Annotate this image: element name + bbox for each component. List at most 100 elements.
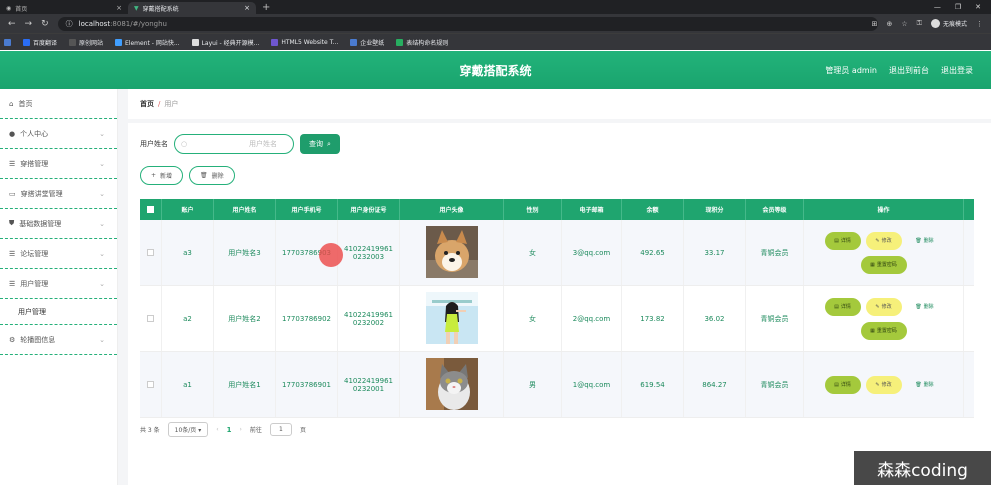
settings-icon: ⚙ [9,335,16,344]
column-header: 现积分 [684,199,746,220]
gender-cell: 女 [504,220,562,285]
row-select-cell[interactable] [140,286,162,351]
delete-button[interactable]: 🗑 删除 [907,376,943,394]
bookmark-item[interactable]: Element - 网站快... [115,38,180,47]
row-checkbox[interactable] [147,381,154,388]
sidebar-subitem-user-management[interactable]: 用户管理 [0,299,117,325]
edit-button[interactable]: ✎ 修改 [865,231,902,250]
restore-icon[interactable]: ❐ [955,3,961,11]
action-label: 详情 [840,382,851,388]
back-to-front-link[interactable]: 退出到前台 [889,65,929,76]
action-label: 详情 [840,304,851,310]
breadcrumb-home[interactable]: 首页 [140,99,154,109]
select-all-cell[interactable] [140,199,162,220]
delete-button[interactable]: 🗑 删除 [907,298,943,316]
bookmark-icon [191,38,199,46]
trash-icon: 🗑 [200,172,208,179]
sidebar-item[interactable]: ● 个人中心 ⌄ [0,119,117,149]
home-icon: ⌂ [9,99,14,108]
bookmark-label: 企业壁纸 [360,39,385,47]
bookmark-item[interactable]: Layui - 经典开源模... [191,38,260,47]
sidebar-item[interactable]: ⛊ 基础数据管理 ⌄ [0,209,117,239]
sidebar-item-label: 穿搭管理 [20,159,49,168]
points-cell: 864.27 [684,352,746,417]
guest-profile[interactable]: 无痕模式 [930,19,967,28]
close-tab-icon[interactable]: × [244,4,250,12]
close-window-icon[interactable]: ✕ [975,3,981,11]
id-number-line2: 0232003 [352,252,385,261]
detail-button[interactable]: ▤ 详情 [824,297,861,316]
goto-page-input[interactable]: 1 [269,423,292,436]
apps-icon[interactable] [4,38,11,46]
reload-icon[interactable]: ↻ [41,19,49,29]
sidebar-item[interactable]: ⌂ 首页 [0,89,117,119]
bookmark-item[interactable]: HTML5 Website T... [271,38,338,46]
reset-password-button[interactable]: ▦ 重置密码 [860,321,907,340]
chevron-down-icon: ⌄ [99,335,105,344]
row-checkbox[interactable] [147,249,154,256]
chevron-down-icon: ⌄ [99,159,105,168]
actions-row: ▤ 详情 ✎ 修改 🗑 删除 [824,375,943,394]
bookmark-item[interactable]: 表结构命名规则 [396,38,448,47]
bookmark-item[interactable]: 原创网站 [69,38,103,47]
delete-button[interactable]: 🗑 删除 [907,232,943,250]
reset-password-button[interactable]: ▦ 重置密码 [860,255,907,274]
vue-icon: ▼ [134,4,139,12]
edit-button[interactable]: ✎ 修改 [865,375,902,394]
zoom-icon[interactable]: ⊕ [887,20,893,28]
prev-page-icon[interactable]: ‹ [216,426,218,433]
sidebar-item[interactable]: ☰ 论坛管理 ⌄ [0,239,117,269]
row-checkbox[interactable] [147,315,154,322]
name-cell: 用户姓名2 [214,286,276,351]
name-cell: 用户姓名1 [214,352,276,417]
sidebar-item[interactable]: ⚙ 轮播图信息 ⌄ [0,325,117,355]
browser-tab-active[interactable]: ▼ 穿戴搭配系统 × [128,2,256,14]
page-size-select[interactable]: 10条/页 ▾ [167,422,209,437]
bookmark-label: 原创网站 [79,39,104,47]
edit-button[interactable]: ✎ 修改 [865,297,902,316]
bookmark-item[interactable]: 百度翻译 [23,38,57,47]
bookmark-item[interactable]: 企业壁纸 [350,38,384,47]
breadcrumb-current: 用户 [164,100,179,108]
detail-button[interactable]: ▤ 详情 [824,231,861,250]
search-bar: 用户姓名 ○ 用户姓名 查询 ⌕ [140,134,340,154]
menu-icon[interactable]: ⋮ [976,20,983,28]
logout-link[interactable]: 退出登录 [941,65,973,76]
new-tab-icon[interactable]: + [262,2,270,13]
detail-button[interactable]: ▤ 详情 [824,375,861,394]
sidebar-item[interactable]: ☰ 用户管理 ⌄ [0,269,117,299]
row-select-cell[interactable] [140,220,162,285]
star-icon[interactable]: ☆ [901,20,907,28]
sidebar-item[interactable]: ☰ 穿搭管理 ⌄ [0,149,117,179]
id-number-cell: 41022419961 0232001 [338,352,400,417]
action-label: 删除 [923,382,934,388]
bookmark-label: Layui - 经典开源模... [201,39,260,47]
select-all-checkbox[interactable] [147,206,154,213]
forward-icon[interactable]: → [25,19,33,29]
sidebar-item-label: 基础数据管理 [19,219,62,228]
current-page[interactable]: 1 [227,426,232,434]
batch-delete-button[interactable]: 🗑 删除 [189,166,235,185]
action-label: 详情 [840,238,851,244]
browser-tab-bar: ◉ 首页 × ▼ 穿戴搭配系统 × + — ❐ ✕ [0,0,991,14]
back-icon[interactable]: ← [8,19,16,29]
column-header: 账户 [162,199,214,220]
next-page-icon[interactable]: › [240,426,242,433]
pager-total: 共 3 条 [140,427,160,434]
name-search-input[interactable]: ○ 用户姓名 [174,134,294,154]
minimize-icon[interactable]: — [934,3,941,11]
table-row: a2 用户姓名2 17703786902 41022419961 0232002 女 2@q… [140,286,974,352]
url-field[interactable]: ⓘ localhost:8081/#/yonghu [57,16,878,31]
breadcrumb-separator: / [158,100,161,108]
row-select-cell[interactable] [140,352,162,417]
key-icon[interactable]: ⚿ [917,19,922,28]
close-tab-icon[interactable]: × [116,4,122,12]
column-header: 用户手机号 [276,199,338,220]
translate-icon[interactable]: ⊞ [872,20,878,28]
sidebar-item[interactable]: ▭ 穿搭讲堂管理 ⌄ [0,179,117,209]
browser-tab-home[interactable]: ◉ 首页 × [0,2,128,14]
id-number-cell: 41022419961 0232003 [338,220,400,285]
column-header: 余额 [622,199,684,220]
search-button[interactable]: 查询 ⌕ [300,134,340,154]
add-button[interactable]: + 新增 [140,166,184,185]
